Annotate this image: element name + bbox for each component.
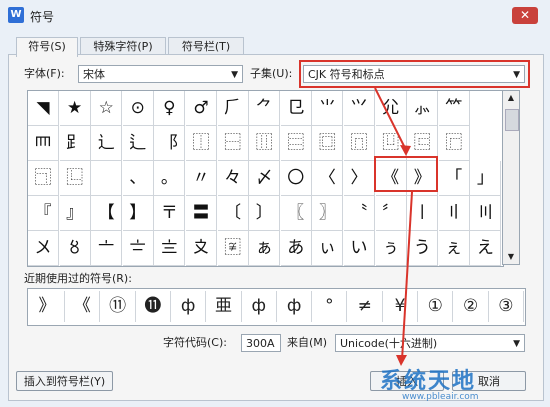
arrow-line-2 (401, 191, 413, 361)
tab-symbols[interactable]: 符号(S) (16, 37, 78, 57)
watermark-logo: 系统天地 (380, 369, 477, 394)
arrow-line-1 (374, 87, 407, 151)
watermark-url: www.pbleair.com (402, 392, 479, 402)
annotation-arrows (374, 87, 413, 366)
arrow-head-1 (400, 145, 411, 156)
